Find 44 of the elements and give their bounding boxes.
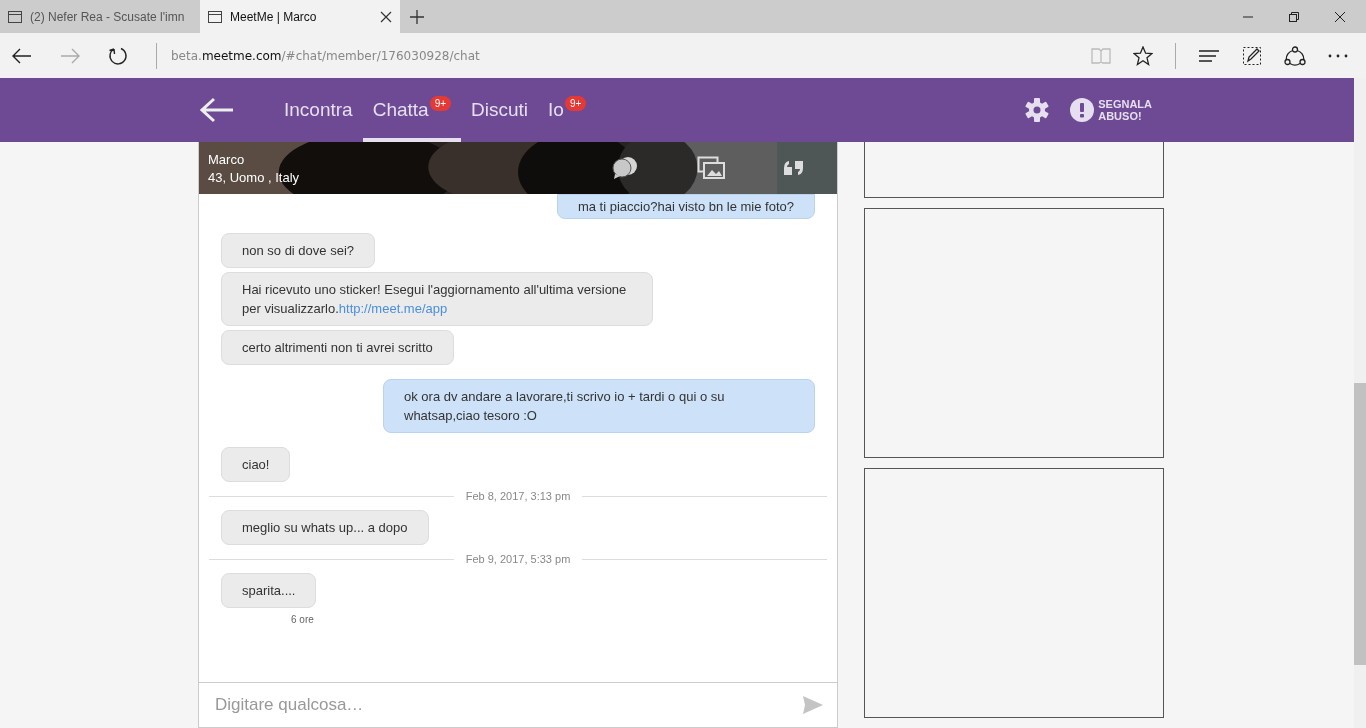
back-icon[interactable] [12,47,32,64]
message-bubble: sparita.... [221,573,317,608]
message-bubble: Hai ricevuto uno sticker! Esegui l'aggiornamento all'ultima versione per visualizzarlo.http://meet.me/app [221,272,653,326]
count-badge: 9+ [429,95,452,111]
hub-icon[interactable] [1198,48,1220,63]
page-icon [208,10,222,23]
message-bubble: meglio su whats up... a dopo [221,510,429,545]
report-abuse-button[interactable]: SEGNALA ABUSO! [1070,98,1152,122]
message-bubble: certo altrimenti non ti avrei scritto [221,330,454,365]
address-field[interactable]: beta.meetme.com/#chat/member/176030928/chat [171,48,1063,63]
profile-name: Marco [208,151,246,167]
restore-icon[interactable] [1288,10,1300,23]
quote-icon[interactable] [783,160,805,176]
profile-details: 43, Uomo , Italy [208,169,300,185]
note-icon[interactable] [1242,45,1262,66]
page-icon [8,10,22,23]
message-bubble: non so di dove sei? [221,233,376,268]
tab-title: MeetMe | Marco [230,9,318,24]
refresh-icon[interactable] [108,45,128,66]
count-badge: 9+ [564,95,587,111]
message-bubble: ok ora dv andare a lavorare,ti scrivo io + tardi o qui o su whatsap,ciao tesoro :O [383,379,815,433]
nav-tab[interactable]: Io 9+ [538,78,597,142]
scrollbar[interactable] [1354,78,1366,728]
chat-bubbles-icon[interactable] [611,156,639,180]
message-time: 6 ore [291,614,314,625]
nav-tab[interactable]: Discuti [461,78,539,142]
link[interactable]: http://meet.me/app [338,301,448,316]
close-icon[interactable] [1334,10,1346,23]
date-separator: Feb 8, 2017, 3:13 pm [465,490,571,502]
photos-icon[interactable] [697,156,725,180]
warning-icon [1070,98,1095,122]
new-tab-icon[interactable] [410,9,424,24]
nav-tab[interactable]: Incontra [274,78,363,142]
settings-icon[interactable] [1024,97,1051,123]
browser-tab[interactable]: MeetMe | Marco [200,0,400,33]
close-icon[interactable] [380,10,392,23]
tab-title: (2) Nefer Rea - Scusate l'imn [30,9,186,24]
share-icon[interactable] [1284,45,1306,66]
more-icon[interactable] [1328,53,1348,58]
message-bubble: ciao! [221,447,291,482]
message-bubble: ma ti piaccio?hai visto bn le mie foto? [556,194,815,219]
star-icon[interactable] [1133,45,1153,66]
browser-tab[interactable]: (2) Nefer Rea - Scusate l'imn [0,0,200,33]
date-separator: Feb 9, 2017, 5:33 pm [465,553,571,565]
